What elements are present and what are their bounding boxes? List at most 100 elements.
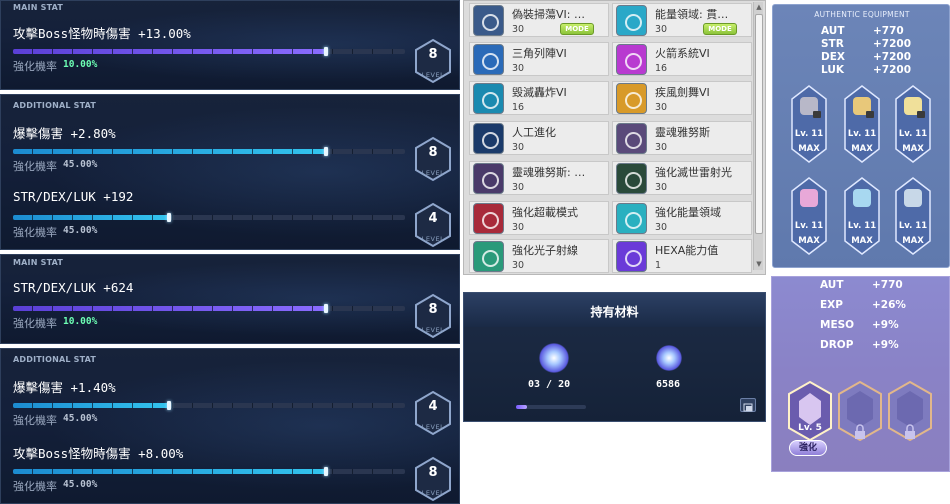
skill-cell[interactable]: 偽裝掃蕩VI: … 30 MODE	[469, 3, 609, 37]
level-badge: 8 LEVEL	[413, 456, 453, 502]
stat-panel-4: ADDITIONAL STAT 爆擊傷害 +1.40% 強化機率 45.00% …	[0, 348, 460, 504]
skill-cell[interactable]: 靈魂雅努斯 30	[612, 121, 752, 155]
rate-label: 強化機率	[13, 60, 57, 73]
level-number: 8	[428, 465, 438, 480]
stat-name: STR/DEX/LUK +624	[13, 280, 134, 295]
fragment-progress-bar	[516, 405, 586, 409]
skill-cell[interactable]: 三角列陣VI 30	[469, 42, 609, 76]
authentic-symbol-card[interactable]: Lv. 11 MAX	[844, 177, 880, 255]
skill-cell[interactable]: 人工進化 30	[469, 121, 609, 155]
skill-level: 16	[512, 102, 525, 113]
skill-level: 30	[512, 182, 525, 193]
level-badge: 8 LEVEL	[413, 38, 453, 84]
symbol-slot-active[interactable]: Lv. 5	[788, 381, 832, 441]
skill-cell[interactable]: HEXA能力值 1	[612, 239, 752, 273]
stat-progress-bar	[13, 147, 405, 156]
stat-progress-bar	[13, 401, 405, 410]
level-word: LEVEL	[421, 489, 445, 497]
level-word: LEVEL	[421, 235, 445, 243]
skill-level: 1	[655, 260, 662, 271]
level-badge: 4 LEVEL	[413, 390, 453, 436]
skill-name: 強化超載模式	[512, 206, 578, 219]
skill-cell[interactable]: 強化能量領域 30	[612, 201, 752, 235]
skill-icon	[473, 83, 504, 114]
lock-icon	[917, 111, 925, 118]
window-icon	[743, 403, 753, 412]
level-badge: 8 LEVEL	[413, 293, 453, 339]
symbol-max: MAX	[902, 144, 924, 154]
skill-cell[interactable]: 毀滅轟炸VI 16	[469, 81, 609, 115]
expand-button[interactable]	[740, 398, 756, 412]
enhance-button[interactable]: 強化	[789, 440, 827, 456]
skill-list-window: 偽裝掃蕩VI: … 30 MODE 能量領域: 貫… 30 MODE 三角列陣V…	[463, 0, 766, 275]
skill-level: 30	[512, 63, 525, 74]
authentic-symbol-card[interactable]: Lv. 11 MAX	[895, 85, 931, 163]
skill-cell[interactable]: 靈魂雅努斯: … 30	[469, 161, 609, 195]
rate-value: 45.00%	[63, 225, 98, 236]
authentic-symbol-card[interactable]: Lv. 11 MAX	[844, 85, 880, 163]
stat-progress-bar	[13, 304, 405, 313]
lock-icon	[866, 111, 874, 118]
skill-level: 30	[512, 222, 525, 233]
skill-name: 偽裝掃蕩VI: …	[512, 8, 585, 21]
skill-cell[interactable]: 火箭系統VI 16	[612, 42, 752, 76]
skill-name: HEXA能力值	[655, 244, 719, 257]
stat-key: EXP	[820, 299, 843, 311]
skill-icon	[473, 44, 504, 75]
skill-name: 靈魂雅努斯	[655, 126, 710, 139]
mode-button[interactable]: MODE	[703, 23, 737, 35]
skill-icon	[616, 123, 647, 154]
symbol-max: MAX	[798, 144, 820, 154]
scroll-thumb[interactable]	[755, 14, 763, 234]
skill-cell[interactable]: 強化超載模式 30	[469, 201, 609, 235]
level-badge: 8 LEVEL	[413, 136, 453, 182]
stat-panel-3: MAIN STAT STR/DEX/LUK +624 強化機率 10.00% 8…	[0, 254, 460, 344]
symbol-gem-icon	[904, 189, 922, 207]
skill-name: 三角列陣VI	[512, 47, 567, 60]
symbol-gem-icon	[853, 189, 871, 207]
stat-progress-knob	[167, 213, 171, 222]
stat-panel-1: MAIN STAT 攻擊Boss怪物時傷害 +13.00% 強化機率 10.00…	[0, 0, 460, 90]
skill-cell[interactable]: 疾風劍舞VI 30	[612, 81, 752, 115]
skill-cell[interactable]: 能量領域: 貫… 30 MODE	[612, 3, 752, 37]
symbol-level: Lv. 11	[794, 221, 824, 231]
mode-button[interactable]: MODE	[560, 23, 594, 35]
skill-name: 能量領域: 貫…	[655, 8, 729, 21]
authentic-equipment-panel: AUTHENTIC EQUIPMENT AUT +770 STR +7200 D…	[772, 4, 950, 268]
rate-label: 強化機率	[13, 414, 57, 427]
skill-level: 30	[655, 182, 668, 193]
stat-key: AUT	[820, 279, 844, 291]
level-number: 4	[428, 399, 438, 414]
skill-icon	[616, 83, 647, 114]
skill-cell[interactable]: 強化滅世雷射光 30	[612, 161, 752, 195]
stat-name: 爆擊傷害 +2.80%	[13, 126, 116, 141]
scroll-down-icon[interactable]: ▼	[755, 260, 763, 268]
stat-progress-bar	[13, 213, 405, 222]
authentic-stats: AUT +770 STR +7200 DEX +7200 LUK +7200	[821, 25, 921, 77]
rate-label: 強化機率	[13, 480, 57, 493]
skill-cell[interactable]: 強化光子射線 30	[469, 239, 609, 273]
symbol-max: MAX	[798, 236, 820, 246]
stat-row: 爆擊傷害 +1.40% 強化機率 45.00% 4 LEVEL	[1, 377, 459, 441]
authentic-stat-row: LUK +7200	[821, 64, 921, 77]
skill-icon	[473, 203, 504, 234]
stat-progress-knob	[324, 467, 328, 476]
stat-value: +7200	[873, 64, 912, 76]
authentic-symbol-card[interactable]: Lv. 11 MAX	[791, 85, 827, 163]
authentic-symbol-card[interactable]: Lv. 11 MAX	[895, 177, 931, 255]
skill-icon	[616, 241, 647, 272]
rate-value: 10.00%	[63, 316, 98, 327]
stat-row: STR/DEX/LUK +192 強化機率 45.00% 4 LEVEL	[1, 189, 459, 249]
skill-list-scrollbar[interactable]: ▲ ▼	[753, 2, 763, 270]
stat-key: STR	[821, 38, 844, 50]
stat-row: STR/DEX/LUK +624 強化機率 10.00% 8 LEVEL	[1, 280, 459, 343]
level-number: 4	[428, 211, 438, 226]
fragment-progress-fill	[516, 405, 527, 409]
symbol-gem-icon	[800, 189, 818, 207]
sol-erda-icon	[656, 345, 682, 371]
sol-erda-fragment-icon	[539, 343, 569, 373]
rate-value: 45.00%	[63, 159, 98, 170]
authentic-symbol-card[interactable]: Lv. 11 MAX	[791, 177, 827, 255]
scroll-up-icon[interactable]: ▲	[755, 3, 763, 11]
stat-progress-knob	[324, 304, 328, 313]
